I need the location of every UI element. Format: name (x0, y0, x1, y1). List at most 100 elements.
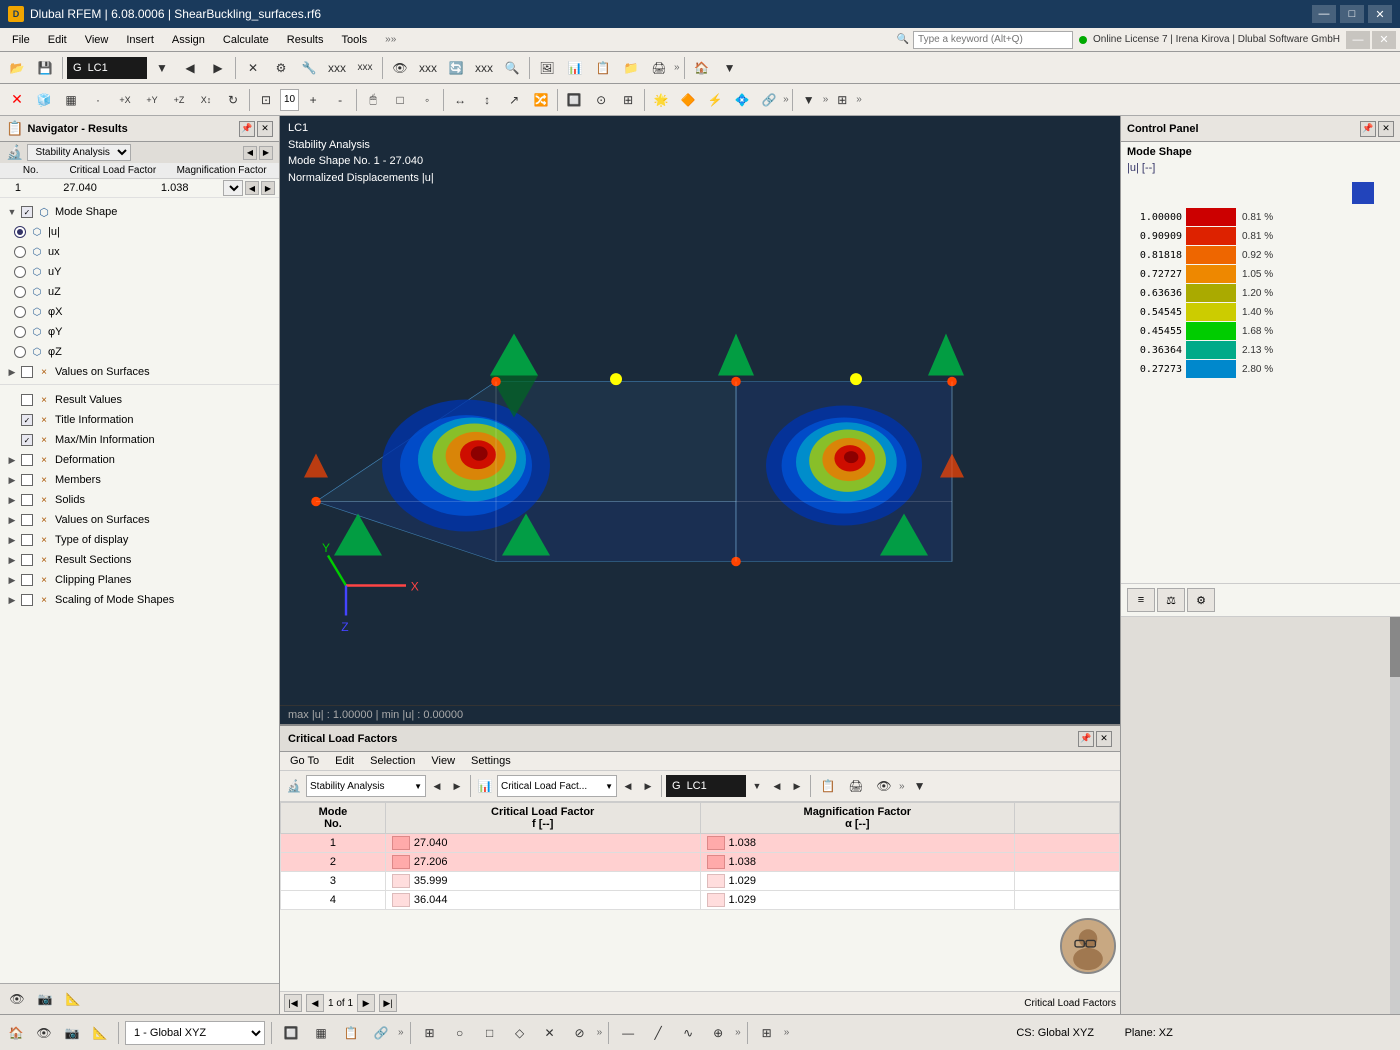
checkbox-scaling[interactable] (21, 594, 33, 606)
expand-icon-deformation[interactable]: ▶ (6, 454, 18, 466)
checkbox-title-info[interactable] (21, 414, 33, 426)
menu-assign[interactable]: Assign (164, 32, 213, 48)
tb-lc-dropdown[interactable]: ▼ (149, 55, 175, 81)
status-line-1[interactable]: — (615, 1020, 641, 1046)
tb-lc-next[interactable]: ▶ (205, 55, 231, 81)
tb-axis-y[interactable]: +Y (139, 87, 165, 113)
tb-render-btn4[interactable]: 📁 (618, 55, 644, 81)
tb-misc-3[interactable]: ⚡ (702, 87, 728, 113)
tb-lc-prev[interactable]: ◀ (177, 55, 203, 81)
expand-icon-type-display[interactable]: ▶ (6, 534, 18, 546)
status-tb-2[interactable]: ▦ (308, 1020, 334, 1046)
status-grid-1[interactable]: ⊞ (754, 1020, 780, 1046)
navigator-pin-btn[interactable]: 📌 (239, 121, 255, 137)
clf-tb-icon[interactable]: 🔬 (284, 776, 304, 796)
nav-item-ux[interactable]: ⬡ ux (0, 242, 279, 262)
table-row[interactable]: 4 36.044 1.029 (281, 891, 1120, 910)
tb-render-btn[interactable]: 🖼 (534, 55, 560, 81)
clf-tb-copy[interactable]: 📋 (815, 773, 841, 799)
status-extra-1[interactable]: ⊞ (417, 1020, 443, 1046)
tb-extra-btn2[interactable]: ▼ (717, 55, 743, 81)
table-row[interactable]: 2 27.206 1.038 (281, 853, 1120, 872)
tb-btn-3[interactable]: ✕ (240, 55, 266, 81)
clf-last-btn[interactable]: ▶| (379, 994, 397, 1012)
tb-zoom-out[interactable]: - (327, 87, 353, 113)
tb-view-top[interactable]: ⊙ (588, 87, 614, 113)
cp-tb-balance[interactable]: ⚖ (1157, 588, 1185, 612)
tb-misc-4[interactable]: 💠 (729, 87, 755, 113)
checkbox-type-display[interactable] (21, 534, 33, 546)
detach-button[interactable]: — (1346, 31, 1370, 49)
tb-view-btn3[interactable]: 🔄 (443, 55, 469, 81)
nav-item-values-surfaces-2[interactable]: ▶ × Values on Surfaces (0, 510, 279, 530)
clf-tb-extra[interactable]: ▼ (907, 773, 933, 799)
radio-phiz[interactable] (14, 346, 26, 358)
status-camera-btn[interactable]: 📷 (60, 1021, 84, 1045)
expand-icon-values-surfaces[interactable]: ▶ (6, 366, 18, 378)
tb-misc-2[interactable]: 🔶 (675, 87, 701, 113)
nav-item-phix[interactable]: ⬡ φX (0, 302, 279, 322)
cp-tb-settings[interactable]: ⚙ (1187, 588, 1215, 612)
checkbox-solids[interactable] (21, 494, 33, 506)
nav-item-title-info[interactable]: × Title Information (0, 410, 279, 430)
cp-close-btn[interactable]: ✕ (1378, 121, 1394, 137)
tb-btn-5[interactable]: 🔧 (296, 55, 322, 81)
nav-item-members[interactable]: ▶ × Members (0, 470, 279, 490)
tb-view-iso[interactable]: 🔲 (561, 87, 587, 113)
status-line-3[interactable]: ∿ (675, 1020, 701, 1046)
nav-item-maxmin-info[interactable]: × Max/Min Information (0, 430, 279, 450)
clf-lc-dropdown[interactable]: ▼ (748, 777, 766, 795)
tb-axis-x[interactable]: +X (112, 87, 138, 113)
clf-prev-btn[interactable]: ◀ (306, 994, 324, 1012)
clf-first-btn[interactable]: |◀ (284, 994, 302, 1012)
nav-item-solids[interactable]: ▶ × Solids (0, 490, 279, 510)
tb-rotate-btn[interactable]: ↻ (220, 87, 246, 113)
clf-result-prev[interactable]: ◀ (619, 777, 637, 795)
status-extra-3[interactable]: □ (477, 1020, 503, 1046)
maximize-button[interactable]: □ (1340, 5, 1364, 23)
nav-item-values-surfaces[interactable]: ▶ × Values on Surfaces (0, 362, 279, 382)
tb-3d-btn[interactable]: 🧊 (31, 87, 57, 113)
clf-tb-view[interactable]: 👁 (871, 773, 897, 799)
checkbox-members[interactable] (21, 474, 33, 486)
checkbox-result-sections[interactable] (21, 554, 33, 566)
menu-view[interactable]: View (77, 32, 117, 48)
tb-view-btn2[interactable]: xxx (415, 55, 441, 81)
expand-icon-values-surfaces-2[interactable]: ▶ (6, 514, 18, 526)
menu-tools[interactable]: Tools (333, 32, 375, 48)
tb-select-btn3[interactable]: ◦ (414, 87, 440, 113)
tb-save-btn[interactable]: 💾 (32, 55, 58, 81)
analysis-selector[interactable]: Stability Analysis ▼ (306, 775, 426, 797)
analysis-next-btn[interactable]: ▶ (259, 146, 273, 160)
tb-render-btn2[interactable]: 📊 (562, 55, 588, 81)
tb-transform-btn[interactable]: ↔ (447, 87, 473, 113)
tb-transform-btn3[interactable]: ↗ (501, 87, 527, 113)
nav-extra-btn[interactable]: 📐 (60, 986, 86, 1012)
radio-uy[interactable] (14, 266, 26, 278)
menu-file[interactable]: File (4, 32, 38, 48)
cp-scrollbar-thumb[interactable] (1390, 617, 1400, 677)
tb-btn-4[interactable]: ⚙ (268, 55, 294, 81)
viewport-canvas[interactable]: Y X Z (280, 190, 1120, 705)
tb-transform-btn2[interactable]: ↕ (474, 87, 500, 113)
status-line-4[interactable]: ⊕ (705, 1020, 731, 1046)
tb-view-btn[interactable]: 👁 (387, 55, 413, 81)
tb-render-btn5[interactable]: 🖨 (646, 55, 672, 81)
clf-lc-prev[interactable]: ◀ (768, 777, 786, 795)
clf-menu-view[interactable]: View (425, 754, 461, 768)
checkbox-mode-shape[interactable] (21, 206, 33, 218)
nav-eye-btn[interactable]: 👁 (4, 986, 30, 1012)
nav-item-type-of-display[interactable]: ▶ × Type of display (0, 530, 279, 550)
license-close-button[interactable]: ✕ (1372, 31, 1396, 49)
status-extra-2[interactable]: ○ (447, 1020, 473, 1046)
nav-item-u-abs[interactable]: ⬡ |u| (0, 222, 279, 242)
expand-icon-members[interactable]: ▶ (6, 474, 18, 486)
tb-misc-1[interactable]: 🌟 (648, 87, 674, 113)
tb-transform-btn4[interactable]: 🔀 (528, 87, 554, 113)
mode-prev-btn[interactable]: ◀ (245, 181, 259, 195)
tb-render-btn3[interactable]: 📋 (590, 55, 616, 81)
tb-select-btn2[interactable]: □ (387, 87, 413, 113)
tb-select-btn[interactable]: 🖱 (360, 87, 386, 113)
checkbox-clipping-planes[interactable] (21, 574, 33, 586)
mode-dropdown[interactable] (223, 180, 243, 196)
